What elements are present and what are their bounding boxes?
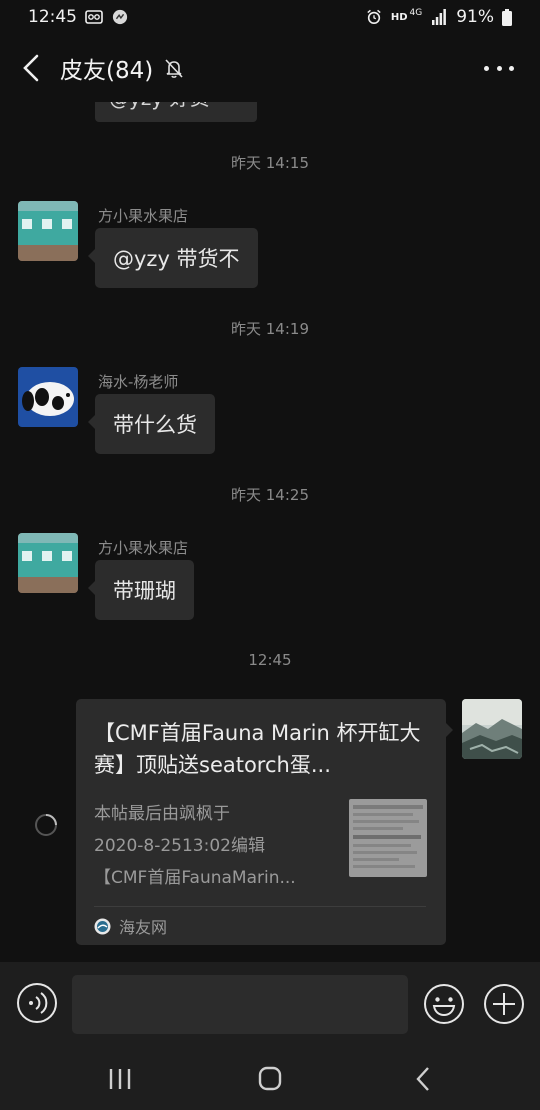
voice-icon xyxy=(17,983,57,1023)
recent-apps-button[interactable] xyxy=(100,1062,140,1096)
message-bubble-cut[interactable]: @yzy 好货 xyxy=(95,102,257,122)
link-card-thumbnail xyxy=(349,799,427,877)
message-input[interactable] xyxy=(72,975,408,1034)
message-text: @yzy 带货不 xyxy=(113,247,240,271)
status-time: 12:45 xyxy=(28,7,77,27)
more-dot-icon xyxy=(509,65,514,71)
smiley-icon xyxy=(424,984,464,1024)
home-icon xyxy=(258,1066,282,1091)
sender-name: 方小果水果店 xyxy=(98,539,189,557)
more-functions-button[interactable] xyxy=(483,983,525,1025)
recent-apps-icon xyxy=(109,1069,131,1089)
message-text: 带什么货 xyxy=(113,413,197,437)
link-card-description: 本帖最后由飒枫于 2020-8-2513:02编辑 【CMF首届FaunaMar… xyxy=(94,798,332,894)
signal-icon xyxy=(432,9,447,25)
message-text: 带珊瑚 xyxy=(113,579,176,603)
network-gen-label: 4G xyxy=(409,8,423,18)
link-card-desc-line: 2020-8-2513:02编辑 xyxy=(94,836,265,856)
back-arrow-icon xyxy=(416,1067,429,1091)
battery-percent: 91% xyxy=(456,7,494,27)
link-card[interactable]: 【CMF首届Fauna Marin 杯开缸大赛】顶贴送seatorch蛋... … xyxy=(76,699,453,945)
status-bar: 12:45 HD 4G 91% xyxy=(0,0,540,34)
shop-avatar-image xyxy=(18,201,78,261)
link-card-source: 海友网 xyxy=(94,914,167,938)
link-card-title: 【CMF首届Fauna Marin 杯开缸大赛】顶贴送seatorch蛋... xyxy=(94,721,421,777)
network-hd-label: HD xyxy=(390,11,408,23)
avatar-shop[interactable] xyxy=(18,201,78,261)
more-options-button[interactable] xyxy=(484,56,514,80)
link-card-source-name: 海友网 xyxy=(119,918,168,937)
shop-avatar-image xyxy=(18,533,78,593)
link-card-desc-line: 本帖最后由飒枫于 xyxy=(94,804,230,824)
plus-circle-icon xyxy=(484,984,524,1024)
link-card-desc-line: 【CMF首届FaunaMarin... xyxy=(94,868,296,888)
app-notification-icon xyxy=(112,9,128,25)
status-left: 12:45 xyxy=(28,7,129,27)
landscape-avatar-image xyxy=(462,699,522,759)
avatar-self[interactable] xyxy=(462,699,522,759)
input-bar xyxy=(0,962,540,1048)
message-bubble[interactable]: 带什么货 xyxy=(88,394,215,454)
message-bubble[interactable]: @yzy 带货不 xyxy=(88,228,258,288)
message-list[interactable]: @yzy 好货 昨天 14:15 方小果水果店 @yzy 带货不 昨天 14:1… xyxy=(0,102,540,960)
more-dot-icon xyxy=(496,65,502,71)
message-timestamp: 12:45 xyxy=(248,651,292,669)
more-dot-icon xyxy=(484,65,489,71)
message-timestamp: 昨天 14:25 xyxy=(231,486,309,504)
message-timestamp: 昨天 14:15 xyxy=(231,154,309,172)
chat-title: 皮友(84) xyxy=(60,58,154,84)
document-thumbnail-image xyxy=(349,799,427,877)
avatar-fish[interactable] xyxy=(18,367,78,427)
site-logo-icon xyxy=(94,918,111,934)
alarm-icon xyxy=(367,9,381,25)
sender-name: 海水-杨老师 xyxy=(98,373,179,391)
message-bubble[interactable]: 带珊瑚 xyxy=(88,560,194,620)
message-timestamp: 昨天 14:19 xyxy=(231,320,309,338)
chevron-left-icon xyxy=(23,54,39,82)
back-button[interactable] xyxy=(16,48,46,88)
link-card-divider xyxy=(94,906,426,907)
fish-avatar-image xyxy=(18,367,78,427)
chat-header: 皮友(84) xyxy=(0,34,540,102)
mute-bell-icon xyxy=(165,59,183,78)
avatar-shop[interactable] xyxy=(18,533,78,593)
battery-icon xyxy=(502,8,512,26)
voice-input-button[interactable] xyxy=(16,982,58,1024)
sender-name: 方小果水果店 xyxy=(98,207,189,225)
system-back-button[interactable] xyxy=(402,1062,442,1096)
voicemail-icon xyxy=(85,10,103,24)
emoji-button[interactable] xyxy=(423,983,465,1025)
home-button[interactable] xyxy=(250,1062,290,1096)
system-nav-bar xyxy=(0,1048,540,1110)
status-right: HD 4G 91% xyxy=(365,7,512,27)
sending-spinner-icon xyxy=(35,814,57,836)
message-text: @yzy 好货 xyxy=(109,102,210,111)
